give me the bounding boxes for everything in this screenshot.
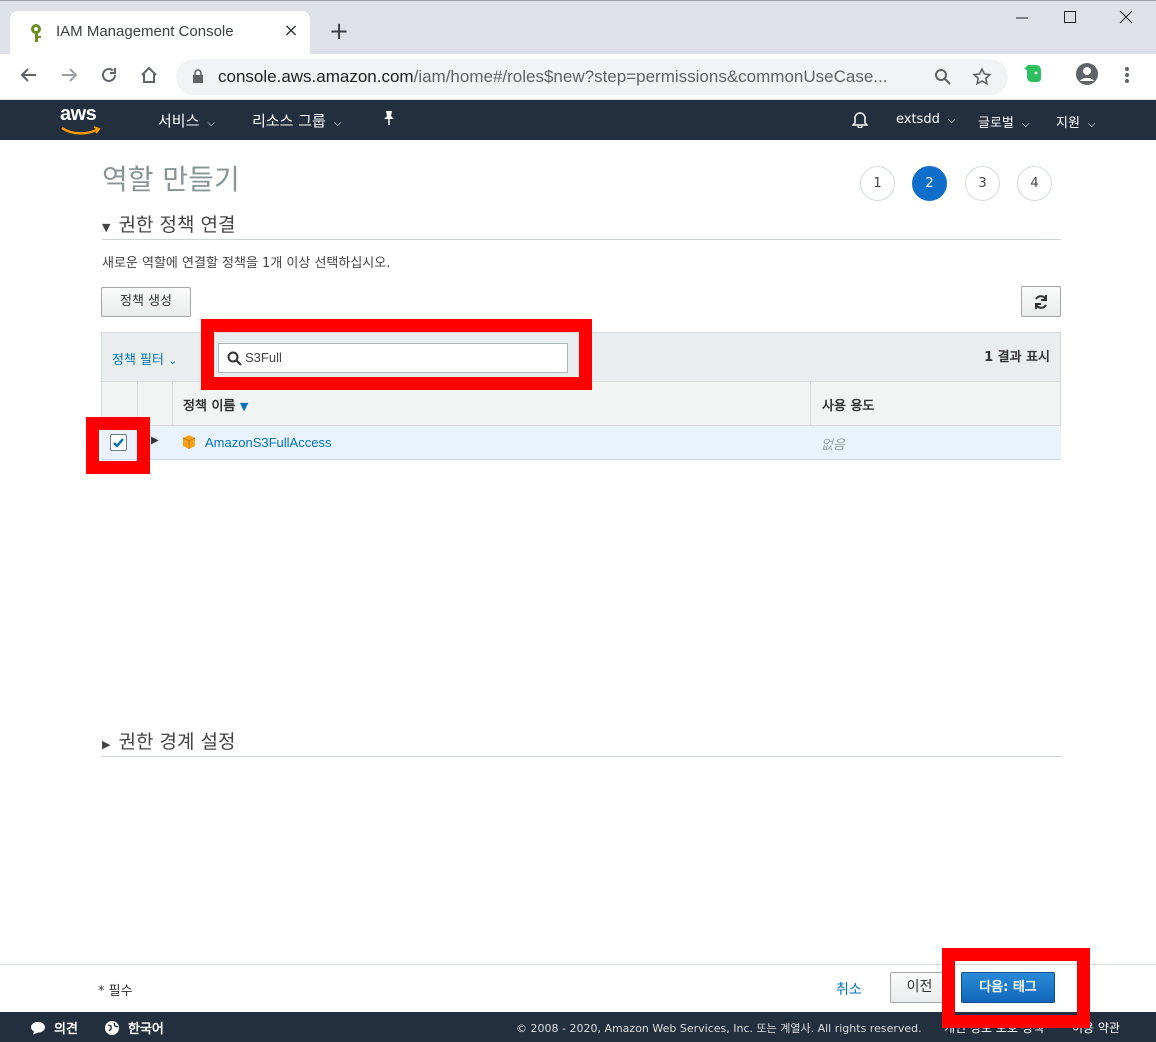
policy-usage: 없음 — [821, 438, 845, 453]
wizard-step-2[interactable]: 2 — [912, 166, 947, 201]
browser-tab[interactable]: IAM Management Console × — [10, 11, 310, 55]
speech-bubble-icon — [31, 1022, 45, 1035]
column-header-policy-name[interactable]: 정책 이름 ▼ — [183, 395, 248, 414]
highlight-next-button — [942, 948, 1090, 1028]
chevron-down-icon: ⌄ — [168, 354, 178, 367]
lock-icon — [193, 69, 203, 83]
aws-smile-icon — [61, 126, 101, 135]
profile-avatar-icon[interactable] — [1072, 62, 1102, 92]
chevron-down-icon: ⌵ — [333, 118, 342, 129]
browser-tab-bar: IAM Management Console × + — [0, 0, 1156, 55]
cancel-link[interactable]: 취소 — [836, 979, 862, 999]
chevron-down-icon: ⌵ — [947, 115, 956, 126]
key-favicon-icon — [31, 24, 41, 42]
divider — [102, 756, 1061, 757]
wizard-step-1[interactable]: 1 — [860, 166, 895, 201]
divider — [102, 239, 1061, 240]
refresh-button[interactable] — [1021, 286, 1061, 317]
bookmark-star-icon[interactable] — [972, 67, 992, 87]
create-policy-button[interactable]: 정책 생성 — [101, 287, 191, 317]
aws-top-nav: aws 서비스 ⌵ 리소스 그룹 ⌵ extsdd ⌵ 글로벌 ⌵ 지원 ⌵ — [0, 100, 1156, 140]
tab-title: IAM Management Console — [56, 23, 234, 40]
home-icon[interactable] — [134, 62, 164, 92]
permission-boundary-section-header[interactable]: ▶ 권한 경계 설정 — [102, 727, 235, 754]
support-menu[interactable]: 지원 ⌵ — [1056, 112, 1096, 131]
chevron-down-icon: ⌵ — [1021, 119, 1030, 130]
resource-groups-menu[interactable]: 리소스 그룹 ⌵ — [252, 110, 341, 131]
caret-right-icon: ▶ — [102, 738, 111, 751]
column-header-usage[interactable]: 사용 용도 — [822, 395, 874, 414]
previous-button[interactable]: 이전 — [890, 972, 949, 1003]
new-tab-button[interactable]: + — [326, 19, 352, 45]
chevron-down-icon: ⌵ — [207, 118, 215, 129]
reload-icon[interactable] — [94, 62, 124, 92]
evernote-extension-icon[interactable] — [1018, 62, 1048, 92]
sort-desc-icon: ▼ — [239, 400, 249, 413]
browser-toolbar: console.aws.amazon.com/iam/home#/roles$n… — [0, 54, 1156, 100]
pin-icon[interactable] — [382, 110, 396, 130]
highlight-checkbox — [86, 417, 150, 474]
highlight-search-box — [201, 319, 592, 390]
policy-name-link[interactable]: AmazonS3FullAccess — [205, 435, 331, 450]
section-description: 새로운 역할에 연결할 정책을 1개 이상 선택하십시오. — [102, 256, 391, 271]
forward-arrow-icon[interactable] — [54, 62, 84, 92]
result-count: 1 결과 표시 — [984, 350, 1050, 365]
managed-policy-icon — [182, 435, 196, 449]
page-title: 역할 만들기 — [102, 163, 240, 196]
chevron-down-icon: ⌵ — [1087, 119, 1096, 130]
required-note: * 필수 — [98, 984, 133, 999]
notifications-bell-icon[interactable] — [851, 110, 869, 132]
chrome-menu-icon[interactable] — [1112, 62, 1142, 92]
account-menu[interactable]: extsdd ⌵ — [896, 112, 955, 127]
copyright-text: © 2008 - 2020, Amazon Web Services, Inc.… — [516, 1022, 922, 1035]
tab-close-icon[interactable]: × — [280, 20, 302, 42]
wizard-step-3[interactable]: 3 — [965, 166, 1000, 201]
maximize-icon[interactable] — [1048, 9, 1092, 35]
url-text: console.aws.amazon.com/iam/home#/roles$n… — [218, 67, 888, 86]
feedback-link[interactable]: 의견 — [30, 1018, 78, 1037]
caret-down-icon: ▼ — [102, 221, 111, 234]
aws-logo[interactable]: aws — [60, 103, 97, 126]
globe-icon — [105, 1021, 119, 1035]
back-arrow-icon[interactable] — [14, 62, 44, 92]
table-row[interactable]: ▶ AmazonS3FullAccess 없음 — [101, 426, 1061, 460]
close-window-icon[interactable] — [1104, 9, 1148, 35]
policy-filter-dropdown[interactable]: 정책 필터 ⌄ — [112, 349, 177, 368]
region-menu[interactable]: 글로벌 ⌵ — [978, 112, 1029, 131]
minimize-icon[interactable] — [1000, 9, 1044, 35]
expand-row-icon[interactable]: ▶ — [151, 435, 159, 446]
language-selector[interactable]: 한국어 — [104, 1018, 164, 1037]
services-menu[interactable]: 서비스 ⌵ — [158, 110, 215, 131]
wizard-step-4[interactable]: 4 — [1017, 166, 1052, 201]
permissions-section-header[interactable]: ▼ 권한 정책 연결 — [102, 210, 235, 237]
address-bar[interactable]: console.aws.amazon.com/iam/home#/roles$n… — [176, 59, 1008, 95]
column-divider — [172, 382, 173, 425]
zoom-search-icon[interactable] — [934, 68, 952, 86]
refresh-icon — [1035, 295, 1047, 309]
column-divider — [810, 382, 811, 425]
